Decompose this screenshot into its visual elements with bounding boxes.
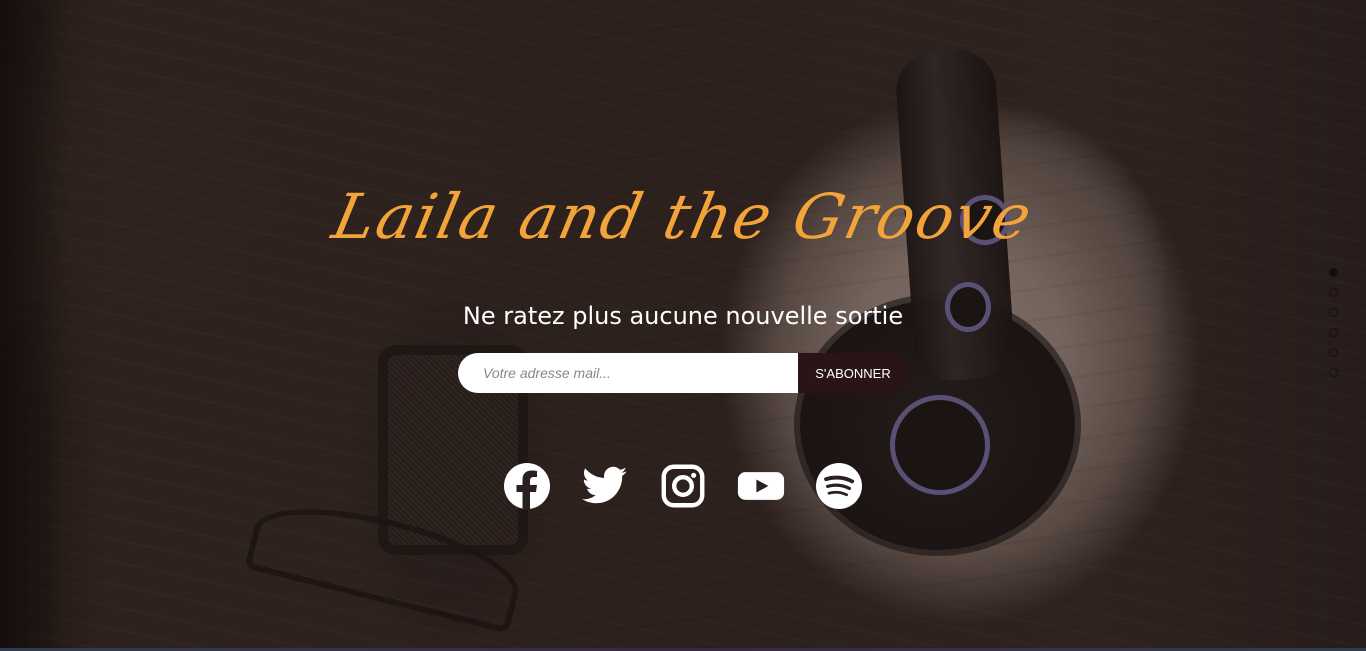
section-dot-2[interactable]	[1329, 288, 1338, 297]
hero-section: Laila and the Groove Ne ratez plus aucun…	[0, 0, 1366, 651]
section-dot-4[interactable]	[1329, 328, 1338, 337]
section-dot-5[interactable]	[1329, 348, 1338, 357]
spotify-icon	[816, 463, 862, 509]
twitter-icon	[582, 466, 627, 504]
instagram-icon	[661, 464, 705, 508]
social-links	[0, 462, 1366, 510]
youtube-link[interactable]	[737, 462, 785, 510]
tagline: Ne ratez plus aucune nouvelle sortie	[462, 302, 904, 330]
spotify-link[interactable]	[815, 462, 863, 510]
section-dot-1[interactable]	[1329, 268, 1338, 277]
instagram-link[interactable]	[659, 462, 707, 510]
facebook-icon	[504, 463, 550, 510]
newsletter-form: S'ABONNER	[458, 353, 908, 393]
section-dot-3[interactable]	[1329, 308, 1338, 317]
twitter-link[interactable]	[581, 462, 629, 510]
section-dot-6[interactable]	[1329, 368, 1338, 377]
facebook-link[interactable]	[503, 462, 551, 510]
email-input[interactable]	[458, 353, 798, 393]
youtube-icon	[737, 472, 785, 500]
brand-title: Laila and the Groove	[326, 180, 1040, 253]
subscribe-button[interactable]: S'ABONNER	[798, 353, 908, 393]
section-dots-nav	[1329, 268, 1338, 377]
